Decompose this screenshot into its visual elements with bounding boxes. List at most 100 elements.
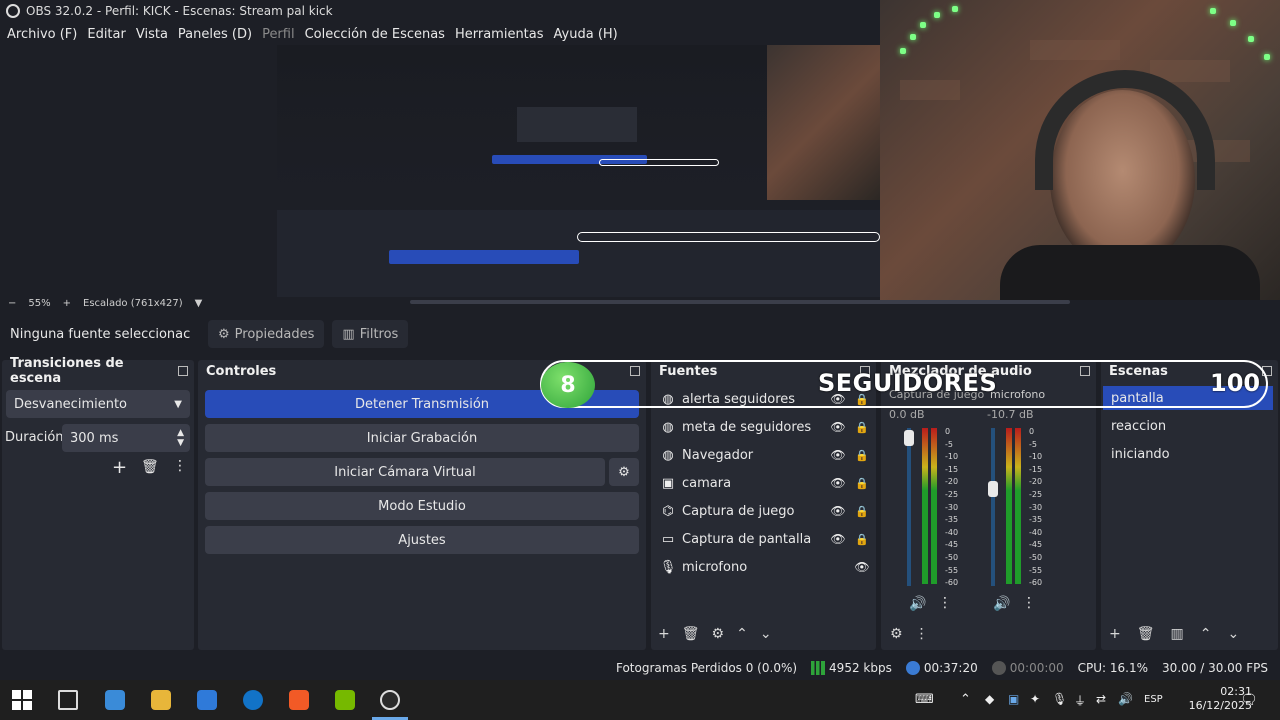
menu-editar[interactable]: Editar <box>82 27 131 42</box>
more-options-icon[interactable]: ⋮ <box>173 458 187 474</box>
keyboard-icon[interactable]: ⌨ <box>915 692 934 707</box>
network-icon[interactable]: ⇄ <box>1096 692 1106 706</box>
speaker-icon[interactable]: 🔊 <box>993 596 1010 612</box>
scene-item-reaccion[interactable]: reaccion <box>1103 414 1273 438</box>
source-item[interactable]: ▭ Captura de pantalla 👁 🔒 <box>660 526 870 552</box>
advanced-audio-icon[interactable]: ⚙ <box>890 626 903 642</box>
source-item[interactable]: 🎙 microfono 👁 <box>660 554 870 580</box>
db-tick-label: -25 <box>1029 490 1043 499</box>
level-meter <box>931 428 937 584</box>
scene-item-iniciando[interactable]: iniciando <box>1103 442 1273 466</box>
eye-icon[interactable]: 👁 <box>830 504 846 518</box>
duration-value: 300 ms <box>70 430 119 446</box>
preview-nested-capture <box>277 45 880 297</box>
more-options-icon[interactable]: ⋮ <box>938 595 952 611</box>
volume-slider-track[interactable] <box>991 428 995 586</box>
duration-stepper[interactable]: 300 ms ▲ ▼ <box>62 424 190 452</box>
nvidia-icon[interactable] <box>335 690 355 710</box>
menu-archivo[interactable]: Archivo (F) <box>2 27 82 42</box>
lock-icon[interactable]: 🔒 <box>854 449 870 462</box>
eye-icon[interactable]: 👁 <box>830 420 846 434</box>
language-indicator[interactable]: ESP <box>1144 694 1163 705</box>
filters-button[interactable]: ▥ Filtros <box>332 320 409 348</box>
volume-slider-handle[interactable] <box>988 481 998 497</box>
folder-icon[interactable] <box>151 690 171 710</box>
virtual-camera-settings-button[interactable]: ⚙ <box>609 458 639 486</box>
volume-tray-icon[interactable]: 🔊 <box>1118 692 1133 706</box>
volume-slider-track[interactable] <box>907 428 911 586</box>
menu-paneles[interactable]: Paneles (D) <box>173 27 257 42</box>
speaker-icon[interactable]: 🔊 <box>909 596 926 612</box>
clock[interactable]: 02:31 16/12/2025 <box>1189 685 1252 713</box>
obs-taskbar-icon[interactable] <box>380 690 400 710</box>
tray-app-icon[interactable]: ✦ <box>1030 692 1040 706</box>
source-item[interactable]: ◍ Navegador 👁 🔒 <box>660 442 870 468</box>
properties-label: Propiedades <box>234 326 315 342</box>
more-options-icon[interactable]: ⋮ <box>915 626 929 642</box>
settings-button[interactable]: Ajustes <box>205 526 639 554</box>
mixer-channel-db: 0.0 dB <box>889 408 925 421</box>
db-tick-label: -30 <box>1029 502 1043 512</box>
tray-app-icon[interactable]: ▣ <box>1008 692 1019 706</box>
preview-scrollbar[interactable] <box>410 300 1070 304</box>
add-scene-icon[interactable]: + <box>1109 626 1121 642</box>
webcam-person-shirt <box>1000 245 1260 300</box>
menu-perfil[interactable]: Perfil <box>257 27 300 42</box>
start-menu-icon[interactable] <box>12 690 32 710</box>
mixer-footer: ⚙ ⋮ <box>890 626 929 642</box>
trash-icon[interactable]: 🗑 <box>141 459 159 475</box>
db-tick-label: -45 <box>945 540 959 550</box>
lock-icon[interactable]: 🔒 <box>854 477 870 490</box>
undock-icon[interactable] <box>178 366 188 376</box>
record-time-status: 00:00:00 <box>991 661 1064 676</box>
menu-herramientas[interactable]: Herramientas <box>450 27 549 42</box>
eye-icon[interactable]: 👁 <box>854 560 870 574</box>
properties-button[interactable]: ⚙ Propiedades <box>208 320 325 348</box>
sources-footer: + 🗑 ⚙ ⌃ ⌄ <box>658 626 772 642</box>
explorer-app-icon[interactable] <box>105 690 125 710</box>
eye-icon[interactable]: 👁 <box>830 532 846 546</box>
db-tick-label: -50 <box>1029 553 1043 562</box>
lock-icon[interactable]: 🔒 <box>854 421 870 434</box>
move-up-icon[interactable]: ⌃ <box>1200 626 1212 642</box>
zoom-out-button[interactable]: − <box>8 298 16 309</box>
volume-slider-handle[interactable] <box>904 430 914 446</box>
scene-filters-icon[interactable]: ▥ <box>1171 626 1184 642</box>
more-options-icon[interactable]: ⋮ <box>1022 595 1036 611</box>
lock-icon[interactable]: 🔒 <box>854 533 870 546</box>
eye-icon[interactable]: 👁 <box>830 476 846 490</box>
mic-tray-icon[interactable]: 🎙 <box>1052 692 1067 706</box>
move-down-icon[interactable]: ⌄ <box>1227 626 1239 642</box>
transition-select[interactable]: Desvanecimiento ▼ <box>6 390 190 418</box>
outlook-icon[interactable] <box>243 690 263 710</box>
tray-app-icon[interactable]: ◆ <box>985 692 994 706</box>
trash-icon[interactable]: 🗑 <box>1137 626 1155 642</box>
menu-ayuda[interactable]: Ayuda (H) <box>549 27 623 42</box>
source-item[interactable]: ⌬ Captura de juego 👁 🔒 <box>660 498 870 524</box>
brave-browser-icon[interactable] <box>289 690 309 710</box>
add-transition-icon[interactable]: + <box>112 457 127 478</box>
store-icon[interactable] <box>197 690 217 710</box>
studio-mode-button[interactable]: Modo Estudio <box>205 492 639 520</box>
menu-coleccion-escenas[interactable]: Colección de Escenas <box>300 27 450 42</box>
source-item[interactable]: ▣ camara 👁 🔒 <box>660 470 870 496</box>
move-down-icon[interactable]: ⌄ <box>760 626 772 642</box>
move-up-icon[interactable]: ⌃ <box>736 626 748 642</box>
stepper-arrows-icon[interactable]: ▲ ▼ <box>177 428 184 448</box>
task-view-icon[interactable] <box>58 690 78 710</box>
db-tick-label: -55 <box>1029 565 1043 575</box>
menu-vista[interactable]: Vista <box>131 27 173 42</box>
add-source-icon[interactable]: + <box>658 626 670 642</box>
scale-dropdown-icon[interactable]: ▼ <box>195 298 203 309</box>
gear-icon[interactable]: ⚙ <box>712 626 725 642</box>
chevron-up-icon[interactable]: ⌃ <box>960 692 971 707</box>
start-virtual-camera-button[interactable]: Iniciar Cámara Virtual <box>205 458 605 486</box>
db-tick-label: -15 <box>945 464 959 474</box>
source-item[interactable]: ◍ meta de seguidores 👁 🔒 <box>660 414 870 440</box>
eye-icon[interactable]: 👁 <box>830 448 846 462</box>
zoom-in-button[interactable]: + <box>63 298 71 309</box>
start-recording-button[interactable]: Iniciar Grabación <box>205 424 639 452</box>
usb-icon[interactable]: ⏚ <box>1074 692 1086 709</box>
lock-icon[interactable]: 🔒 <box>854 505 870 518</box>
trash-icon[interactable]: 🗑 <box>682 626 700 642</box>
